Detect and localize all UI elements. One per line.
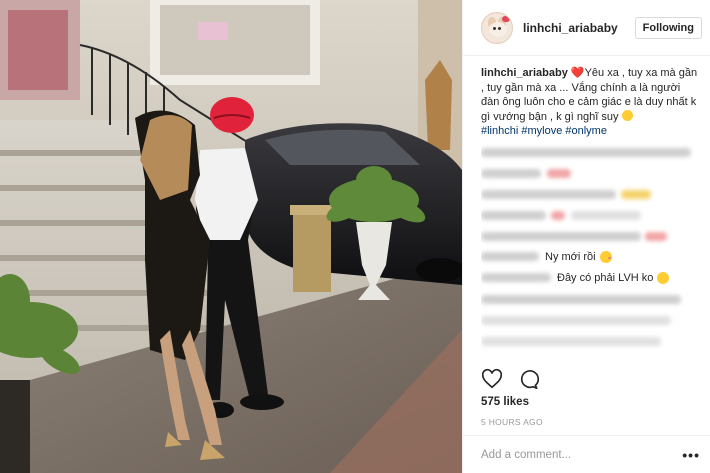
post-author-username[interactable]: linhchi_ariababy — [523, 21, 635, 35]
comment-item: Ny mới rồi — [481, 249, 700, 265]
comment-item: Đây có phải LVH ko — [481, 270, 700, 286]
post-details-panel: linhchi_ariababy Following linhchi_ariab… — [462, 0, 710, 473]
caption-heart-emoji: ❤️ — [570, 67, 585, 79]
post-photo[interactable] — [0, 0, 462, 473]
blurred-comment — [481, 334, 700, 349]
smile-emoji-icon — [621, 109, 633, 121]
avatar[interactable] — [481, 11, 513, 44]
caption-username[interactable]: linhchi_ariababy — [481, 67, 568, 79]
blurred-comment — [481, 166, 700, 181]
post-photo-illustration — [0, 0, 462, 473]
grin-emoji-icon — [657, 271, 670, 284]
blurred-comment — [481, 313, 700, 328]
comment-input[interactable] — [481, 448, 683, 461]
caption-hashtags[interactable]: #linhchi #mylove #onlyme — [481, 124, 700, 139]
blurred-comment — [481, 292, 700, 307]
blurred-comment — [481, 187, 700, 202]
comments-list[interactable]: linhchi_ariababy ❤️Yêu xa , tuy xa mà gầ… — [481, 66, 700, 354]
post-header: linhchi_ariababy Following — [463, 0, 710, 56]
comment-text: Ny mới rồi — [545, 250, 596, 263]
post-caption: linhchi_ariababy ❤️Yêu xa , tuy xa mà gầ… — [481, 66, 700, 139]
comment-username-blurred — [481, 273, 551, 282]
blurred-comment — [481, 229, 700, 244]
post-timestamp[interactable]: 5 HOURS AGO — [481, 417, 543, 427]
comment-username-blurred — [481, 252, 539, 261]
blurred-comment — [481, 208, 700, 223]
comment-bubble-icon[interactable] — [517, 368, 540, 390]
blushing-emoji-icon — [599, 250, 612, 263]
heart-icon[interactable] — [481, 368, 503, 390]
add-comment-bar: ••• — [463, 435, 710, 473]
likes-count[interactable]: 575 likes — [481, 396, 529, 408]
comment-text: Đây có phải LVH ko — [557, 271, 654, 284]
following-button[interactable]: Following — [634, 16, 702, 39]
blurred-comment — [481, 145, 700, 160]
post-actions — [481, 368, 540, 390]
more-options-icon[interactable]: ••• — [682, 447, 700, 463]
